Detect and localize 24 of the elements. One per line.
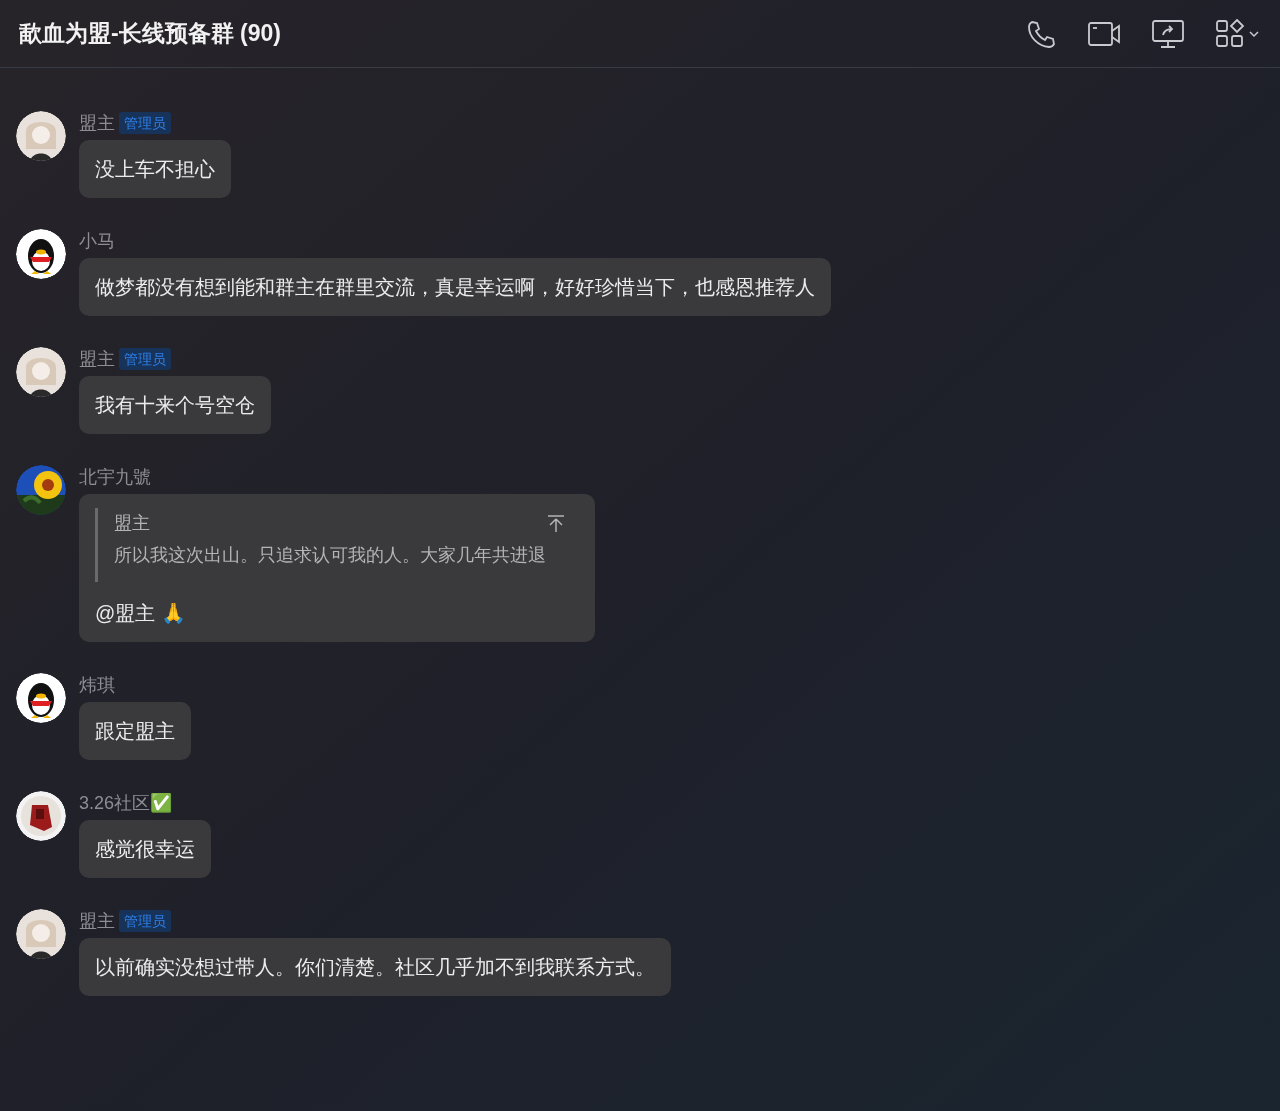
admin-badge: 管理员	[119, 910, 171, 932]
message-bubble: 没上车不担心	[79, 140, 231, 198]
apps-icon[interactable]	[1215, 18, 1245, 49]
message-bubble: 以前确实没想过带人。你们清楚。社区几乎加不到我联系方式。	[79, 938, 671, 996]
arrow-up-icon[interactable]	[547, 514, 565, 532]
message-bubble: 做梦都没有想到能和群主在群里交流，真是幸运啊，好好珍惜当下，也感恩推荐人	[79, 258, 831, 316]
message-text: @盟主 🙏	[95, 601, 187, 626]
screen-share-icon[interactable]	[1151, 17, 1185, 50]
message-bubble: 跟定盟主	[79, 702, 191, 760]
sender-name: 3.26社区✅	[79, 791, 173, 815]
sender-name: 北宇九號	[79, 465, 151, 489]
admin-badge: 管理员	[119, 112, 171, 134]
chevron-down-icon[interactable]	[1249, 29, 1259, 38]
admin-badge: 管理员	[119, 348, 171, 370]
chat-title: 歃血为盟-长线预备群 (90)	[19, 19, 281, 49]
sender-name: 盟主	[79, 909, 115, 933]
sender-name: 盟主	[79, 111, 115, 135]
message-bubble: 我有十来个号空仓	[79, 376, 271, 434]
sender-name: 盟主	[79, 347, 115, 371]
quoted-sender: 盟主	[114, 512, 150, 535]
quoted-text: 所以我这次出山。只追求认可我的人。大家几年共进退	[114, 544, 547, 567]
sender-name: 小马	[79, 229, 115, 253]
sender-name: 炜琪	[79, 673, 115, 697]
message-bubble: 感觉很幸运	[79, 820, 211, 878]
